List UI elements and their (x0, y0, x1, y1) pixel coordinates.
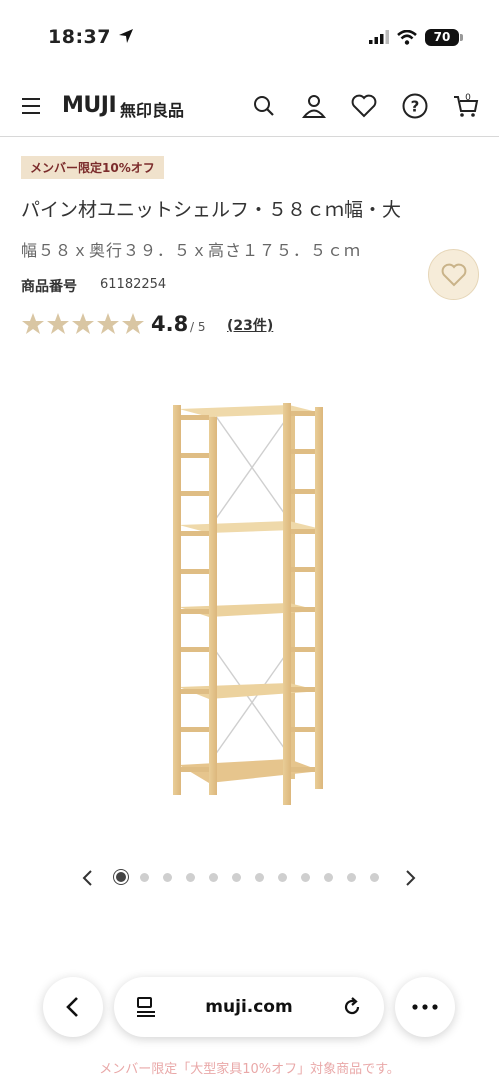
cellular-signal-icon (369, 30, 389, 44)
add-to-favorites-button[interactable] (428, 249, 479, 300)
carousel-dot[interactable] (116, 872, 126, 882)
account-icon[interactable] (300, 92, 328, 120)
browser-url[interactable]: muji.com (205, 997, 292, 1017)
status-indicators: 70 (369, 26, 463, 48)
rating-stars (21, 312, 145, 336)
logo[interactable]: MUJI (62, 93, 117, 118)
heart-icon (441, 263, 466, 286)
search-icon[interactable] (250, 92, 278, 120)
browser-back-button[interactable] (43, 977, 103, 1037)
chevron-left-icon (66, 997, 78, 1017)
menu-icon[interactable] (22, 97, 42, 115)
carousel-dot[interactable] (255, 872, 264, 882)
product-title: パイン材ユニットシェルフ・５８ｃｍ幅・大 (21, 199, 402, 221)
svg-text:?: ? (411, 98, 420, 116)
review-count-link[interactable]: (23件) (227, 315, 273, 335)
carousel-dot[interactable] (370, 872, 379, 882)
carousel-next-button[interactable] (404, 869, 418, 887)
product-id-value: 61182254 (100, 277, 167, 292)
carousel-dot[interactable] (163, 872, 172, 882)
reload-icon[interactable] (342, 997, 362, 1017)
svg-text:0: 0 (465, 93, 471, 103)
member-promo-text: メンバー限定「大型家具10%オフ」対象商品です。 (99, 1062, 400, 1077)
carousel-dot[interactable] (232, 872, 241, 882)
status-time: 18:37 (48, 26, 134, 48)
battery-indicator: 70 (425, 28, 463, 46)
wifi-icon (397, 29, 417, 45)
product-image[interactable] (165, 395, 335, 815)
reader-mode-icon[interactable] (136, 996, 156, 1018)
carousel-dot[interactable] (140, 872, 149, 882)
cart-icon[interactable]: 0 (452, 92, 480, 120)
more-icon (412, 1004, 438, 1010)
product-dimensions: 幅５８ｘ奥行３９．５ｘ高さ１７５．５ｃｍ (21, 241, 362, 260)
star-icon (72, 313, 94, 334)
product-id-label: 商品番号 (21, 279, 77, 295)
carousel-dot[interactable] (209, 872, 218, 882)
rating-value: 4.8 (151, 312, 189, 336)
carousel-prev-button[interactable] (80, 869, 94, 887)
carousel-dot[interactable] (347, 872, 356, 882)
star-icon (97, 313, 119, 334)
star-icon (47, 313, 69, 334)
logo-jp[interactable]: 無印良品 (120, 97, 184, 121)
carousel-dot[interactable] (324, 872, 333, 882)
star-icon (122, 313, 144, 334)
help-icon[interactable]: ? (401, 92, 429, 120)
rating-max: / 5 (190, 320, 206, 334)
carousel-dot[interactable] (301, 872, 310, 882)
browser-more-button[interactable] (395, 977, 455, 1037)
carousel-dots (116, 872, 393, 882)
member-discount-badge: メンバー限定10%オフ (21, 156, 164, 179)
carousel-dot[interactable] (278, 872, 287, 882)
favorites-icon[interactable] (350, 92, 378, 120)
carousel-dot[interactable] (186, 872, 195, 882)
location-arrow-icon (119, 29, 134, 43)
star-icon (22, 313, 44, 334)
browser-address-bar[interactable]: muji.com (114, 977, 384, 1037)
